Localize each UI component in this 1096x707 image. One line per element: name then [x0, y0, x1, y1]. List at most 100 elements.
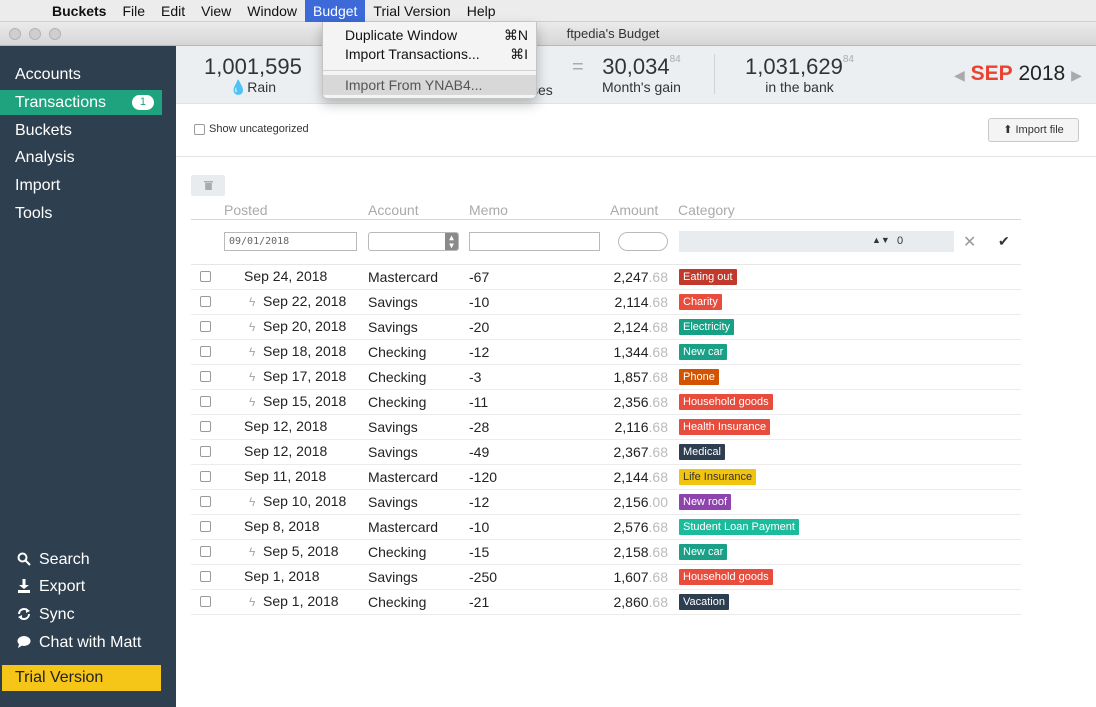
menu-edit[interactable]: Edit	[153, 0, 193, 22]
row-checkbox[interactable]	[200, 346, 211, 357]
sync-button[interactable]: Sync	[15, 606, 75, 624]
confirm-check-icon[interactable]: ✔	[998, 233, 1010, 250]
column-header-account[interactable]: Account	[368, 202, 419, 218]
show-uncategorized-toggle[interactable]: Show uncategorized	[194, 123, 309, 135]
sidebar-item-import[interactable]: Import	[0, 173, 162, 198]
row-date: Sep 20, 2018	[263, 318, 347, 334]
category-tag[interactable]: Household goods	[679, 394, 773, 410]
category-tag[interactable]: Eating out	[679, 269, 737, 285]
row-checkbox[interactable]	[200, 596, 211, 607]
sidebar-item-buckets[interactable]: Buckets	[0, 118, 162, 143]
sync-icon	[15, 607, 33, 624]
row-checkbox[interactable]	[200, 396, 211, 407]
next-month-icon[interactable]: ▶	[1071, 67, 1082, 83]
row-checkbox[interactable]	[200, 446, 211, 457]
menu-trial-version[interactable]: Trial Version	[365, 0, 458, 22]
table-row[interactable]: Sep 24, 2018 Mastercard -67 2,247.68 Eating …	[191, 265, 1021, 290]
column-header-posted[interactable]: Posted	[224, 202, 268, 218]
row-checkbox[interactable]	[200, 421, 211, 432]
row-checkbox[interactable]	[200, 546, 211, 557]
table-row[interactable]: ϟ Sep 18, 2018 Checking -12 1,344.68 New car	[191, 340, 1021, 365]
sidebar-item-tools[interactable]: Tools	[0, 201, 162, 226]
category-tag[interactable]: Medical	[679, 444, 725, 460]
column-header-memo[interactable]: Memo	[469, 202, 508, 218]
column-header-amount[interactable]: Amount	[610, 202, 658, 218]
menu-item-duplicate-window[interactable]: Duplicate Window ⌘N	[323, 25, 536, 45]
divider	[176, 156, 1096, 157]
table-row[interactable]: Sep 12, 2018 Savings -49 2,367.68 Medical	[191, 440, 1021, 465]
category-tag[interactable]: Household goods	[679, 569, 773, 585]
menu-budget[interactable]: Budget	[305, 0, 366, 22]
menu-app-buckets[interactable]: Buckets	[44, 0, 114, 22]
table-row[interactable]: ϟ Sep 20, 2018 Savings -20 2,124.68 Electrici…	[191, 315, 1021, 340]
table-row[interactable]: ϟ Sep 15, 2018 Checking -11 2,356.68 Househol…	[191, 390, 1021, 415]
menu-item-import-transactions[interactable]: Import Transactions... ⌘I	[323, 44, 536, 64]
row-date: Sep 18, 2018	[263, 343, 347, 359]
row-checkbox[interactable]	[200, 496, 211, 507]
row-checkbox[interactable]	[200, 521, 211, 532]
table-row[interactable]: Sep 11, 2018 Mastercard -120 2,144.68 Life I…	[191, 465, 1021, 490]
month-gain-stat: 30,03484 Month's gain	[602, 54, 681, 95]
chat-button[interactable]: Chat with Matt	[15, 634, 141, 652]
category-tag[interactable]: New car	[679, 544, 728, 560]
new-memo-input[interactable]	[469, 232, 600, 251]
cancel-icon[interactable]: ✕	[963, 232, 976, 252]
category-tag[interactable]: Charity	[679, 294, 722, 310]
lightning-bolt-icon: ϟ	[249, 495, 256, 509]
new-date-input[interactable]: 09/01/2018	[224, 232, 357, 251]
menu-view[interactable]: View	[193, 0, 239, 22]
row-checkbox[interactable]	[200, 271, 211, 282]
table-row[interactable]: Sep 1, 2018 Savings -250 1,607.68 Household …	[191, 565, 1021, 590]
category-tag[interactable]: Vacation	[679, 594, 729, 610]
row-checkbox[interactable]	[200, 371, 211, 382]
category-tag[interactable]: New car	[679, 344, 728, 360]
show-uncategorized-checkbox[interactable]	[194, 123, 205, 135]
sidebar-item-transactions[interactable]: Transactions 1	[0, 90, 162, 115]
row-amount: 2,144.68	[613, 469, 668, 485]
trash-icon	[203, 181, 213, 190]
table-row[interactable]: ϟ Sep 17, 2018 Checking -3 1,857.68 Phone	[191, 365, 1021, 390]
new-amount-input[interactable]	[618, 232, 668, 251]
row-checkbox[interactable]	[200, 321, 211, 332]
trial-version-button[interactable]: Trial Version	[2, 665, 161, 691]
prev-month-icon[interactable]: ◀	[954, 67, 965, 83]
table-row[interactable]: Sep 12, 2018 Savings -28 2,116.68 Health Ins…	[191, 415, 1021, 440]
row-memo: -11	[469, 394, 489, 410]
table-row[interactable]: ϟ Sep 5, 2018 Checking -15 2,158.68 New car	[191, 540, 1021, 565]
new-account-select[interactable]: ▲ ▼	[368, 232, 459, 251]
delete-selected-button[interactable]	[191, 175, 225, 196]
category-tag[interactable]: Life Insurance	[679, 469, 757, 485]
menu-window[interactable]: Window	[239, 0, 305, 22]
row-checkbox[interactable]	[200, 296, 211, 307]
table-row[interactable]: Sep 8, 2018 Mastercard -10 2,576.68 Student …	[191, 515, 1021, 540]
row-checkbox[interactable]	[200, 571, 211, 582]
category-tag[interactable]: New roof	[679, 494, 732, 510]
row-memo: -10	[469, 294, 490, 310]
sidebar-item-accounts[interactable]: Accounts	[0, 62, 162, 87]
new-category-amount: 0	[897, 235, 904, 247]
shortcut-label: ⌘N	[503, 27, 528, 43]
import-file-button[interactable]: ⬆ Import file	[988, 118, 1079, 142]
category-tag[interactable]: Electricity	[679, 319, 735, 335]
row-checkbox[interactable]	[200, 471, 211, 482]
sidebar-item-analysis[interactable]: Analysis	[0, 145, 162, 170]
menu-file[interactable]: File	[114, 0, 153, 22]
category-tag[interactable]: Health Insurance	[679, 419, 771, 435]
menu-help[interactable]: Help	[459, 0, 504, 22]
category-tag[interactable]: Phone	[679, 369, 719, 385]
show-uncategorized-label: Show uncategorized	[209, 123, 309, 135]
table-row[interactable]: ϟ Sep 1, 2018 Checking -21 2,860.68 Vacation	[191, 590, 1021, 615]
new-category-select[interactable]: ▲▼ 0	[679, 231, 954, 252]
row-memo: -250	[469, 569, 498, 585]
table-row[interactable]: ϟ Sep 10, 2018 Savings -12 2,156.00 New roof	[191, 490, 1021, 515]
row-date: Sep 12, 2018	[244, 443, 328, 459]
row-amount: 1,607.68	[613, 569, 668, 585]
row-amount: 2,356.68	[613, 394, 668, 410]
menu-item-import-ynab4[interactable]: Import From YNAB4...	[323, 75, 536, 95]
column-header-category[interactable]: Category	[678, 202, 735, 218]
category-tag[interactable]: Student Loan Payment	[679, 519, 799, 535]
table-row[interactable]: ϟ Sep 22, 2018 Savings -10 2,114.68 Charity	[191, 290, 1021, 315]
export-button[interactable]: Export	[15, 578, 85, 596]
search-button[interactable]: Search	[15, 551, 90, 569]
row-account: Savings	[368, 569, 418, 585]
